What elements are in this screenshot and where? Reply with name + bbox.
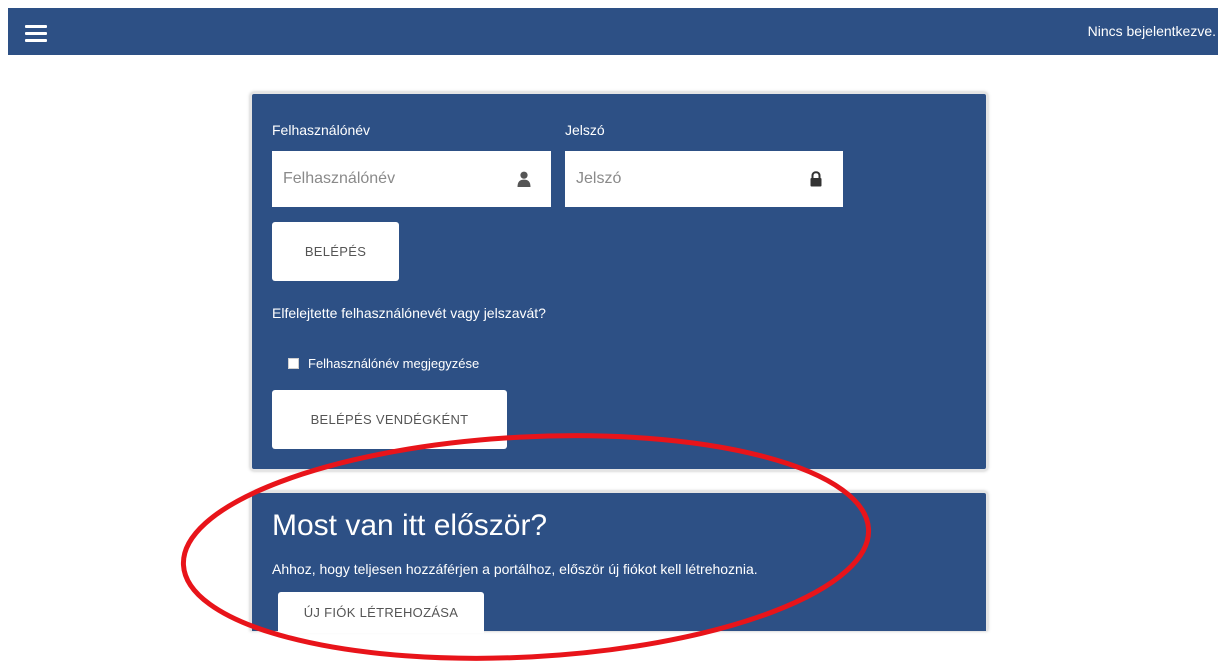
remember-username-checkbox[interactable] — [288, 358, 299, 369]
hamburger-menu-icon[interactable] — [25, 25, 47, 42]
username-input[interactable] — [272, 151, 551, 207]
login-status-text: Nincs bejelentkezve. — [1087, 23, 1216, 39]
forgot-credentials-link[interactable]: Elfelejtette felhasználónevét vagy jelsz… — [272, 305, 546, 321]
first-time-title: Most van itt először? — [272, 509, 548, 542]
remember-username-label: Felhasználónév megjegyzése — [308, 356, 480, 371]
top-navbar: Nincs bejelentkezve. — [8, 8, 1218, 55]
lock-icon — [810, 171, 822, 187]
first-time-description: Ahhoz, hogy teljesen hozzáférjen a portá… — [272, 561, 758, 577]
remember-username-row: Felhasználónév megjegyzése — [288, 356, 479, 371]
user-icon — [517, 171, 531, 187]
guest-login-button[interactable]: BELÉPÉS VENDÉGKÉNT — [272, 390, 507, 449]
password-label: Jelszó — [565, 122, 605, 138]
login-button[interactable]: BELÉPÉS — [272, 222, 399, 281]
password-input[interactable] — [565, 151, 843, 207]
login-panel: Felhasználónév Jelszó BELÉPÉS Elfelejtet… — [250, 92, 988, 471]
username-field — [272, 151, 551, 207]
first-time-panel: Most van itt először? Ahhoz, hogy teljes… — [250, 491, 988, 633]
create-account-button[interactable]: ÚJ FIÓK LÉTREHOZÁSA — [278, 592, 484, 633]
password-field — [565, 151, 843, 207]
username-label: Felhasználónév — [272, 122, 371, 138]
